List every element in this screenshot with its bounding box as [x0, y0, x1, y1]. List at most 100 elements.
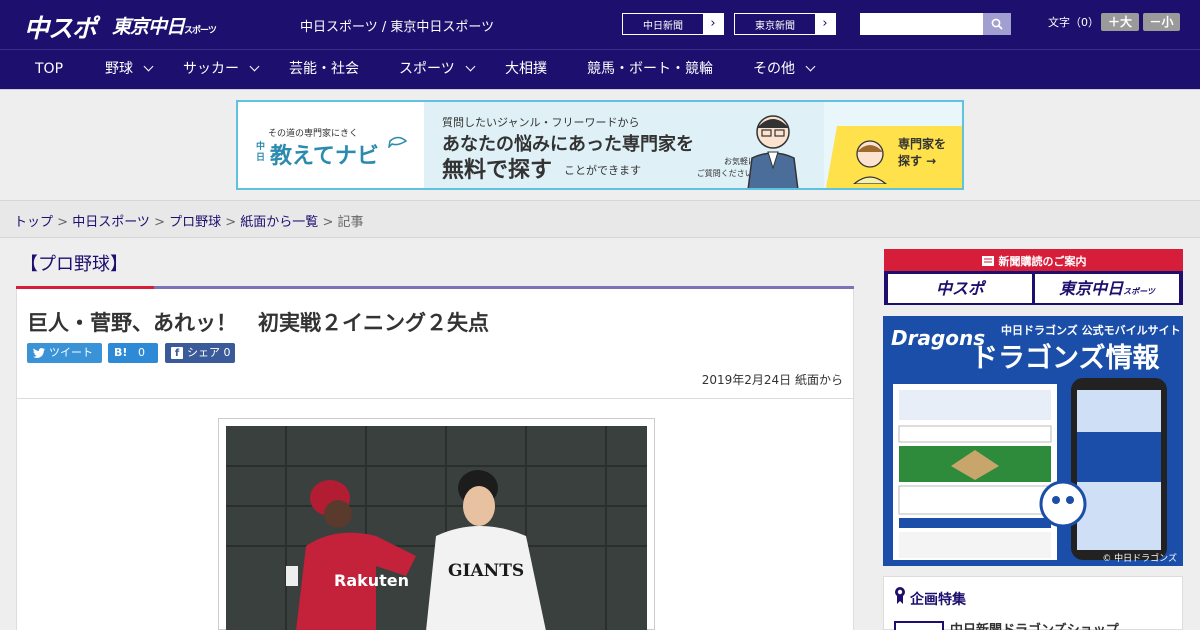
- nav-item-entertainment[interactable]: 芸能・社会: [289, 50, 359, 90]
- banner-brand-kicker: 中日: [256, 142, 266, 163]
- breadcrumb: トップ > 中日スポーツ > プロ野球 > 紙面から一覧 > 記事: [14, 211, 364, 230]
- facebook-icon: f: [171, 343, 183, 363]
- banner-line3b: ことができます: [564, 164, 641, 177]
- article-photo[interactable]: Rakuten GIANTS: [226, 426, 647, 630]
- chunichi-shimbun-button[interactable]: 中日新聞 ›: [622, 13, 724, 35]
- nav-label: TOP: [35, 61, 64, 77]
- chevron-down-icon: [465, 61, 476, 72]
- nav-label: 大相撲: [505, 61, 547, 77]
- dragons-mobile-ad[interactable]: Dragons 中日ドラゴンズ 公式モバイルサイト ドラゴンズ情報 © 中日ドラ…: [883, 316, 1183, 566]
- tokyo-shimbun-button[interactable]: 東京新聞 ›: [734, 13, 836, 35]
- chunichi-shimbun-label: 中日新聞: [643, 21, 683, 32]
- svg-text:Rakuten: Rakuten: [334, 571, 409, 590]
- banner-cta[interactable]: 専門家を探す →: [826, 126, 962, 188]
- chuspo-logo[interactable]: 中スポ: [24, 9, 97, 43]
- oshiete-navi-banner[interactable]: その道の専門家にきく 中日 教えてナビ 質問したいジャンル・フリーワードから あ…: [236, 100, 964, 190]
- subscribe-chuspo-button[interactable]: 中スポ: [888, 274, 1032, 303]
- subscription-heading: 新聞購読のご案内: [884, 252, 1183, 271]
- tokyo-chunichi-logo[interactable]: 東京中日スポーツ: [112, 12, 217, 42]
- nav-item-baseball[interactable]: 野球: [105, 50, 154, 90]
- nav-label: サッカー: [183, 61, 239, 77]
- nav-label: 野球: [105, 61, 133, 77]
- baseball-photo-illustration: Rakuten GIANTS: [226, 426, 647, 630]
- chevron-down-icon: [249, 61, 260, 72]
- nav-item-racing[interactable]: 競馬・ボート・競輪: [587, 50, 713, 90]
- nav-label: 芸能・社会: [289, 61, 359, 77]
- tokyo-shimbun-label: 東京新聞: [755, 21, 795, 32]
- tokyo-logo-sub: スポーツ: [184, 26, 217, 36]
- article-source: 紙面から: [794, 373, 843, 387]
- newspaper-icon: [981, 256, 994, 266]
- nav-item-sports[interactable]: スポーツ: [399, 50, 476, 90]
- banner-cta-text: 専門家を探す →: [898, 136, 946, 170]
- article-card: 巨人・菅野、あれッ！ 初実戦２イニング２失点 ツイート B! 0 f シェア 0…: [16, 289, 854, 630]
- banner-brand: 教えてナビ: [270, 144, 379, 169]
- article-dateline: 2019年2月24日 紙面から: [702, 371, 843, 388]
- nav-label: 競馬・ボート・競輪: [587, 61, 713, 77]
- chevron-down-icon: [143, 61, 154, 72]
- font-size-label: 文字（0）: [1048, 16, 1099, 29]
- nav-item-top[interactable]: TOP: [35, 50, 63, 90]
- facebook-share-button[interactable]: f シェア 0: [165, 343, 235, 363]
- hatena-count: 0: [138, 346, 145, 359]
- nav-item-sumo[interactable]: 大相撲: [505, 50, 547, 90]
- nav-label: スポーツ: [399, 61, 455, 77]
- cta-line2: 探す →: [898, 154, 937, 168]
- facebook-share-text: シェア: [187, 346, 220, 359]
- feature-box: 企画特集 中日新聞ドラゴンズショップ: [883, 576, 1183, 630]
- article-photo-frame: Rakuten GIANTS: [218, 418, 655, 630]
- site-header: 中スポ 東京中日スポーツ 中日スポーツ / 東京中日スポーツ 中日新聞 › 東京…: [0, 0, 1200, 49]
- breadcrumb-link-chunichi-sports[interactable]: 中日スポーツ: [72, 215, 150, 230]
- speech-bubble-icon: [388, 136, 408, 148]
- category-heading: 【プロ野球】: [20, 254, 128, 275]
- twitter-share-label: ツイート: [49, 346, 93, 359]
- site-links[interactable]: 中日スポーツ / 東京中日スポーツ: [300, 16, 494, 35]
- subscribe-tokyo-chunichi-button[interactable]: 東京中日スポーツ: [1035, 274, 1179, 303]
- font-size-increase-button[interactable]: ＋大: [1101, 13, 1139, 31]
- breadcrumb-link-paper-list[interactable]: 紙面から一覧: [240, 215, 318, 230]
- chevron-right-icon: ›: [815, 14, 835, 34]
- article-header-divider: [17, 398, 853, 399]
- breadcrumb-separator: >: [149, 215, 170, 230]
- nav-item-soccer[interactable]: サッカー: [183, 50, 260, 90]
- hatena-bookmark-icon: B!: [114, 346, 128, 359]
- breadcrumb-separator: >: [318, 215, 338, 230]
- search-input[interactable]: [860, 13, 983, 35]
- twitter-share-button[interactable]: ツイート: [27, 343, 102, 363]
- hatena-bookmark-button[interactable]: B! 0: [108, 343, 158, 363]
- search-icon: [991, 18, 1003, 30]
- chevron-right-icon: ›: [703, 14, 723, 34]
- search-button[interactable]: [983, 13, 1011, 35]
- facebook-share-label: シェア 0: [187, 343, 231, 363]
- facebook-count: 0: [223, 346, 231, 359]
- article-date: 2019年2月24日: [701, 373, 792, 387]
- nav-item-other[interactable]: その他: [753, 50, 816, 90]
- subscribe-tokyo-text: 東京中日: [1059, 279, 1124, 298]
- font-size-decrease-button[interactable]: －小: [1143, 13, 1180, 31]
- dragons-ad-title: ドラゴンズ情報: [971, 343, 1160, 374]
- breadcrumb-link-top[interactable]: トップ: [14, 215, 53, 230]
- breadcrumb-bar: トップ > 中日スポーツ > プロ野球 > 紙面から一覧 > 記事: [0, 200, 1200, 238]
- banner-line3: 無料で探す: [442, 158, 553, 183]
- thinking-person-icon: [852, 140, 888, 184]
- subscribe-tokyo-sub: スポーツ: [1123, 287, 1155, 296]
- breadcrumb-separator: >: [221, 215, 241, 230]
- subscription-box: 新聞購読のご案内 中スポ 東京中日スポーツ: [884, 249, 1183, 305]
- banner-brand-area: その道の専門家にきく 中日 教えてナビ: [238, 102, 424, 188]
- chevron-down-icon: [805, 61, 816, 72]
- cta-line1: 専門家を: [898, 137, 947, 151]
- breadcrumb-link-pro-baseball[interactable]: プロ野球: [169, 215, 221, 230]
- subscription-heading-text: 新聞購読のご案内: [998, 255, 1087, 268]
- expert-illustration: [747, 115, 799, 188]
- tokyo-logo-text: 東京中日: [112, 16, 185, 38]
- nav-divider: [0, 89, 1200, 90]
- main-nav: TOP 野球 サッカー 芸能・社会 スポーツ 大相撲 競馬・ボート・競輪 その他: [0, 49, 1200, 89]
- mobile-screens-illustration: [893, 374, 1167, 560]
- breadcrumb-current: 記事: [337, 215, 364, 230]
- article-title: 巨人・菅野、あれッ！ 初実戦２イニング２失点: [27, 311, 489, 335]
- feature-thumb[interactable]: [894, 621, 944, 630]
- svg-text:GIANTS: GIANTS: [448, 561, 524, 581]
- ribbon-icon: [895, 587, 905, 604]
- feature-item-link[interactable]: 中日新聞ドラゴンズショップ: [950, 619, 1119, 630]
- breadcrumb-separator: >: [53, 215, 73, 230]
